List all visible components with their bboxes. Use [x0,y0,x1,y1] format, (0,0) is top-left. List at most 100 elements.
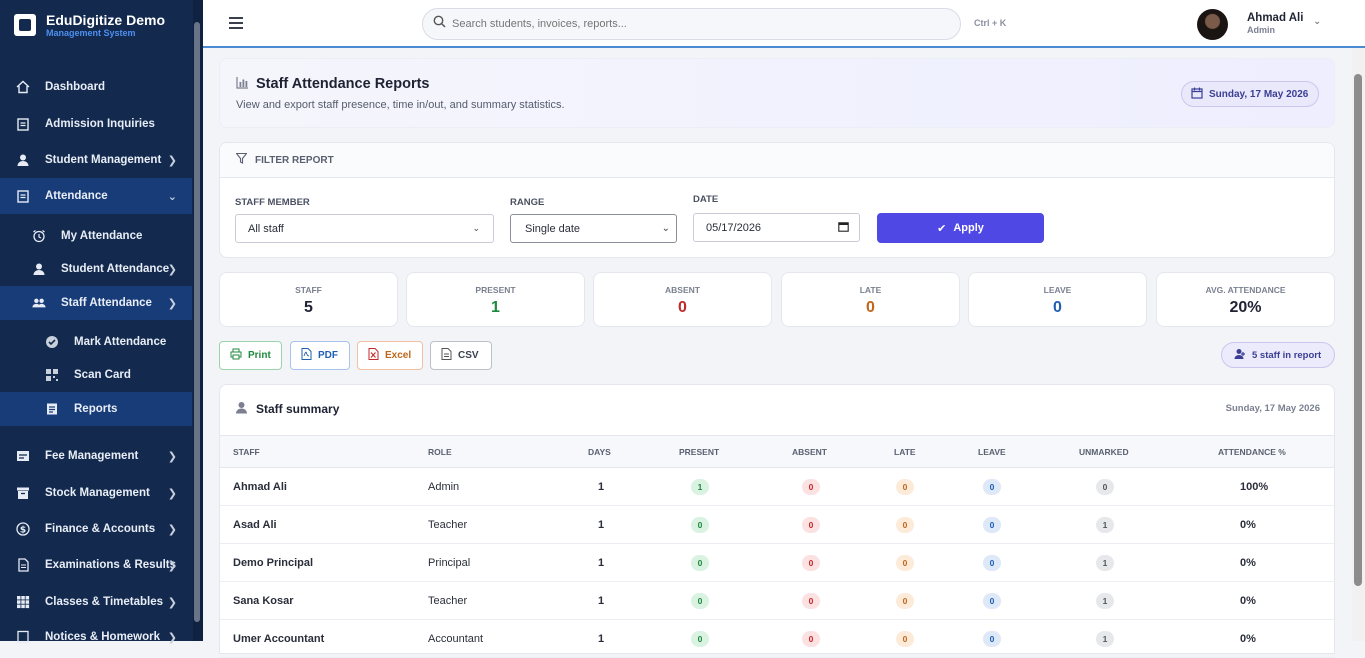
filter-heading: FILTER REPORT [255,154,334,166]
stat-value: 20% [1229,299,1262,316]
sidebar-scrollbar[interactable] [193,0,203,641]
sidebar-item-label: Student Management [45,154,162,166]
excel-button[interactable]: Excel [357,341,423,370]
cell-unmarked: 0 [1096,479,1114,495]
sidebar-item-label: Dashboard [45,81,106,93]
sidebar-item-attendance[interactable]: Attendance ⌄ [0,178,192,214]
pdf-button[interactable]: PDF [290,341,350,370]
column-header-late[interactable]: LATE [894,447,916,457]
sidebar-item-fee-management[interactable]: Fee Management ❯ [0,438,192,474]
cell-staff: Demo Principal [233,557,314,569]
cell-absent: 0 [802,631,820,647]
cell-staff: Umer Accountant [233,633,325,645]
page-subtitle: View and export staff presence, time in/… [236,99,565,111]
sidebar-item-scan-card[interactable]: Scan Card [0,358,192,392]
cell-leave: 0 [983,555,1001,571]
column-header-present[interactable]: PRESENT [679,447,719,457]
excel-label: Excel [385,350,412,361]
sidebar-item-student-attendance[interactable]: Student Attendance ❯ [0,252,192,286]
chevron-right-icon: ❯ [167,596,177,609]
cell-days: 1 [598,481,605,493]
sidebar-item-notices-homework[interactable]: Notices & Homework ❯ [0,619,192,655]
sidebar-item-my-attendance[interactable]: My Attendance [0,219,192,253]
sidebar-item-finance-accounts[interactable]: $ Finance & Accounts ❯ [0,511,192,547]
staff-member-label: STAFF MEMBER [235,197,310,208]
stat-value: 0 [866,299,875,316]
sidebar-item-reports[interactable]: Reports [0,392,192,426]
cell-present: 0 [691,631,709,647]
topbar: Ctrl + K Ahmad Ali Admin ⌄ [203,0,1365,48]
cell-role: Teacher [428,595,468,607]
column-header-staff[interactable]: STAFF [233,447,260,457]
sidebar-item-student-management[interactable]: Student Management ❯ [0,142,192,178]
date-text: Sunday, 17 May 2026 [1209,88,1309,100]
cell-days: 1 [598,519,605,531]
avatar[interactable] [1197,9,1228,40]
sidebar-item-stock-management[interactable]: Stock Management ❯ [0,475,192,511]
column-header-leave[interactable]: LEAVE [978,447,1006,457]
stat-value: 5 [304,299,313,316]
cell-attendance-pct: 0% [1240,633,1256,645]
cell-staff: Ahmad Ali [233,481,287,493]
sidebar-item-label: Staff Attendance [61,297,152,309]
cell-present: 0 [691,593,709,609]
sidebar-item-staff-attendance[interactable]: Staff Attendance ❯ [0,286,192,320]
document-icon [16,558,30,572]
user-name[interactable]: Ahmad Ali [1247,12,1303,24]
print-label: Print [248,350,271,361]
page-scrollbar[interactable] [1352,48,1365,641]
chevron-right-icon: ❯ [167,297,177,310]
table-date: Sunday, 17 May 2026 [1225,403,1320,414]
brand[interactable]: EduDigitize Demo Management System [0,0,203,50]
cell-staff: Asad Ali [233,519,277,531]
cell-absent: 0 [802,517,820,533]
stat-label: LEAVE [1043,285,1072,295]
sidebar-item-classes-timetables[interactable]: Classes & Timetables ❯ [0,584,192,620]
range-select[interactable]: Single date ⌄ [510,214,677,243]
chevron-down-icon[interactable]: ⌄ [1313,16,1321,27]
sidebar-item-dashboard[interactable]: Dashboard [0,69,192,105]
staff-summary-table: Staff summary Sunday, 17 May 2026 STAFF … [219,384,1335,658]
search-box[interactable] [422,8,961,40]
sidebar-item-label: Attendance [45,190,108,202]
home-icon [16,80,30,94]
sidebar-item-label: Finance & Accounts [45,523,156,535]
chevron-right-icon: ❯ [167,523,177,536]
sidebar-item-examinations-results[interactable]: Examinations & Results ❯ [0,547,192,583]
user-icon [235,401,248,417]
csv-button[interactable]: CSV [430,341,492,370]
sidebar-item-admission-inquiries[interactable]: Admission Inquiries [0,106,192,142]
menu-toggle-icon[interactable] [229,17,243,29]
date-label: DATE [693,194,719,205]
cell-leave: 0 [983,517,1001,533]
chart-icon [236,76,249,92]
apply-label: Apply [953,222,984,234]
column-header-days[interactable]: DAYS [588,447,611,457]
column-header-role[interactable]: ROLE [428,447,452,457]
staff-member-select[interactable]: All staff ⌄ [235,214,494,243]
sidebar-item-mark-attendance[interactable]: Mark Attendance [0,325,192,359]
column-header-unmarked[interactable]: UNMARKED [1079,447,1129,457]
excel-file-icon [368,348,379,363]
calendar-icon[interactable] [838,221,849,234]
user-icon [1234,348,1246,363]
staff-count-text: 5 staff in report [1252,349,1322,361]
cell-attendance-pct: 0% [1240,557,1256,569]
column-header-attendance-pct[interactable]: ATTENDANCE % [1218,447,1286,457]
column-header-absent[interactable]: ABSENT [792,447,827,457]
table-row: Asad Ali Teacher 1 0 0 0 0 1 0% [220,506,1334,544]
apply-button[interactable]: ✔ Apply [877,213,1044,243]
stat-label: ABSENT [665,285,700,295]
chevron-down-icon: ⌄ [661,223,670,234]
pdf-file-icon [301,348,312,363]
stat-value: 1 [491,299,500,316]
search-input[interactable] [452,18,932,30]
sidebar: EduDigitize Demo Management System Dashb… [0,0,203,644]
sidebar-item-label: Classes & Timetables [45,596,164,608]
range-value: Single date [525,222,581,235]
invoice-icon [16,449,30,463]
chevron-down-icon: ⌄ [167,190,177,203]
cell-attendance-pct: 0% [1240,595,1256,607]
print-button[interactable]: Print [219,341,282,370]
date-input[interactable]: 05/17/2026 [693,213,860,242]
